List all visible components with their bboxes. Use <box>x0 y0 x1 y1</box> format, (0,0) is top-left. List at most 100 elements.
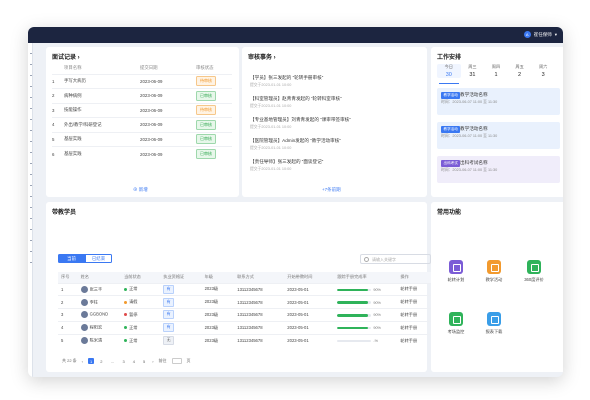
status-badge: 已审核 <box>196 119 216 130</box>
table-row[interactable]: 2 李柱 请假有 2023级 13112345678 2023-05-01 90% 轮转手册 <box>58 295 441 309</box>
table-row[interactable]: 1 张三丰 正常有 2023级 13112345678 2023-05-01 90% 轮转手册 <box>58 282 441 296</box>
menu-marker[interactable] <box>30 141 32 142</box>
menu-marker[interactable] <box>30 53 32 54</box>
menu-marker[interactable] <box>30 196 32 197</box>
audit-item[interactable]: 【科室管理员】赵青青发起的 “轮转科室审核” 提交于2023-01-01 10:0… <box>250 96 342 109</box>
record-name: 手写大病历 <box>64 73 140 89</box>
cert-chip: 有 <box>163 310 175 320</box>
schedule-item[interactable]: 教学活动 教学活动名称 时间：2023-06-07 11:00 至 11:30 <box>437 122 560 149</box>
record-status-cell: 待审核 <box>196 73 232 89</box>
menu-marker[interactable] <box>30 75 32 76</box>
student-grade: 2023级 <box>201 295 235 309</box>
schedule-item[interactable]: 出科考试 出科考试名称 时间：2023-06-07 11:00 至 11:30 <box>437 156 560 183</box>
day-3[interactable]: 周五 2 <box>508 64 532 78</box>
tab-current[interactable]: 当前 <box>58 254 85 263</box>
pager-page[interactable]: 2 <box>98 358 104 364</box>
schedule-item[interactable]: 教学活动 教学活动名称 时间：2023-06-07 11:00 至 11:30 <box>437 88 560 115</box>
day-2[interactable]: 周四 1 <box>484 64 508 78</box>
function-1[interactable]: 教学活动 <box>479 260 509 283</box>
menu-marker[interactable] <box>30 64 32 65</box>
audit-item[interactable]: 【医院管理员】Admin发起的 “教学活动审核” 提交于2023-01-01 10… <box>250 138 341 151</box>
schedule-card: 工作安排 今日 30 周三 31 周四 1 周五 2 周六 3 教学活动 教学活动名称 时间：2023… <box>431 47 563 197</box>
menu-marker[interactable] <box>30 240 32 241</box>
audit-item[interactable]: 【专业基地管理员】刘青青发起的 “课审带签审核” 提交于2023-01-01 10… <box>250 117 351 130</box>
menu-marker[interactable] <box>30 185 32 186</box>
students-col-7: 跟踪手册完成率 <box>334 272 398 283</box>
add-record-button[interactable]: ⊕ 新增 <box>133 187 148 193</box>
cert-chip: 有 <box>163 323 175 333</box>
student-start: 2023-05-01 <box>284 308 335 322</box>
cert-cell: 有 <box>160 320 202 335</box>
pager-page[interactable]: 3 <box>120 358 126 364</box>
pager-unit: 页 <box>186 358 191 363</box>
table-row[interactable]: 3 GGBOND 暂停有 2023级 13112345678 2023-05-01 90% 轮… <box>58 308 441 322</box>
menu-marker[interactable] <box>30 163 32 164</box>
progress-cell: 90% <box>334 320 398 335</box>
menu-marker[interactable] <box>30 207 32 208</box>
table-row[interactable]: 5 陈米清 正常无 2023级 13112345678 2023-05-01 -% 轮转手册 <box>58 333 441 347</box>
audit-item-title: 【学员】张三发起的 “轮转手册审核” <box>250 75 324 80</box>
progress-bar <box>337 339 372 343</box>
table-row[interactable]: 1 手写大病历 2023-06-09 待审核 <box>52 73 232 89</box>
table-row[interactable]: 3 技能操作 2023-06-09 待审核 <box>52 102 232 118</box>
function-2[interactable]: 360度评价 <box>519 260 549 283</box>
table-row[interactable]: 4 程阳宏 正常有 2023级 13112345678 2023-05-01 90% 轮转手册 <box>58 320 441 335</box>
pager-page[interactable]: … <box>108 358 116 364</box>
table-row[interactable]: 6 基层实践 2023-06-09 已审核 <box>52 146 232 161</box>
row-index: 5 <box>58 333 78 347</box>
progress-cell: -% <box>334 333 398 347</box>
table-row[interactable]: 5 基层实践 2023-06-09 已审核 <box>52 131 232 147</box>
day-4[interactable]: 周六 3 <box>531 64 555 78</box>
menu-marker[interactable] <box>30 174 32 175</box>
progress-cell: 90% <box>334 295 398 309</box>
schedule-item-time: 时间：2023-06-07 11:00 至 11:30 <box>441 134 498 138</box>
progress-fill <box>337 288 368 292</box>
pager-page[interactable]: 1 <box>88 358 95 364</box>
sidebar-collapsed <box>28 43 33 377</box>
pager-next[interactable]: › <box>152 359 153 364</box>
day-1[interactable]: 周三 31 <box>461 64 485 78</box>
function-3[interactable]: 考场监控 <box>441 312 471 335</box>
function-label: 考场监控 <box>447 329 465 334</box>
student-name-cell: 程阳宏 <box>77 320 122 335</box>
day-0[interactable]: 今日 30 <box>437 64 461 78</box>
avatar <box>80 285 88 293</box>
menu-marker[interactable] <box>30 262 32 263</box>
menu-marker[interactable] <box>30 130 32 131</box>
pager-page[interactable]: 4 <box>131 358 137 364</box>
audit-item[interactable]: 【责任导师】张三发起的 “面谈登记” 提交于2023-01-01 10:00 <box>250 159 323 172</box>
pager-goto-input[interactable] <box>171 358 182 364</box>
audit-more-link[interactable]: +7条前期 <box>322 187 341 193</box>
table-row[interactable]: 4 外出/教学/科研登记 2023-06-09 已审核 <box>52 117 232 132</box>
progress-bar <box>337 301 372 304</box>
records-title[interactable]: 面试记录 › <box>52 52 80 61</box>
menu-marker[interactable] <box>30 86 32 87</box>
progress-bar <box>337 288 372 292</box>
menu-marker[interactable] <box>30 97 32 98</box>
menu-marker[interactable] <box>30 229 32 230</box>
record-status-cell: 已审核 <box>196 146 232 161</box>
pager-page[interactable]: 5 <box>141 358 147 364</box>
function-4[interactable]: 报表下载 <box>479 312 509 335</box>
menu-marker[interactable] <box>30 119 32 120</box>
menu-marker[interactable] <box>30 218 32 219</box>
student-name-cell: GGBOND <box>77 308 122 322</box>
tab-finished[interactable]: 已结束 <box>85 254 112 263</box>
pagination: 共 22 条 ‹ 1 2 … 3 4 5 › 前往 页 <box>62 358 191 364</box>
menu-marker[interactable] <box>30 108 32 109</box>
day-number: 3 <box>541 71 545 78</box>
user-menu[interactable]: A 崔任保师 ▾ <box>523 31 557 38</box>
table-row[interactable]: 2 病种病例 2023-06-09 已审核 <box>52 88 232 103</box>
menu-marker[interactable] <box>30 152 32 153</box>
audit-item[interactable]: 【学员】张三发起的 “轮转手册审核” 提交于2023-01-01 10:00 <box>250 75 323 88</box>
progress-fill <box>337 326 368 330</box>
student-status: 正常 <box>129 286 138 292</box>
pager-prev[interactable]: ‹ <box>82 359 83 364</box>
cert-chip: 有 <box>163 284 175 294</box>
student-status-cell: 正常 <box>121 282 161 296</box>
search-input[interactable]: 请输入关键字 <box>360 254 431 264</box>
record-name: 外出/教学/科研登记 <box>64 117 140 132</box>
menu-marker[interactable] <box>30 251 32 252</box>
function-0[interactable]: 轮转计划 <box>441 260 471 283</box>
row-index: 4 <box>52 117 64 132</box>
